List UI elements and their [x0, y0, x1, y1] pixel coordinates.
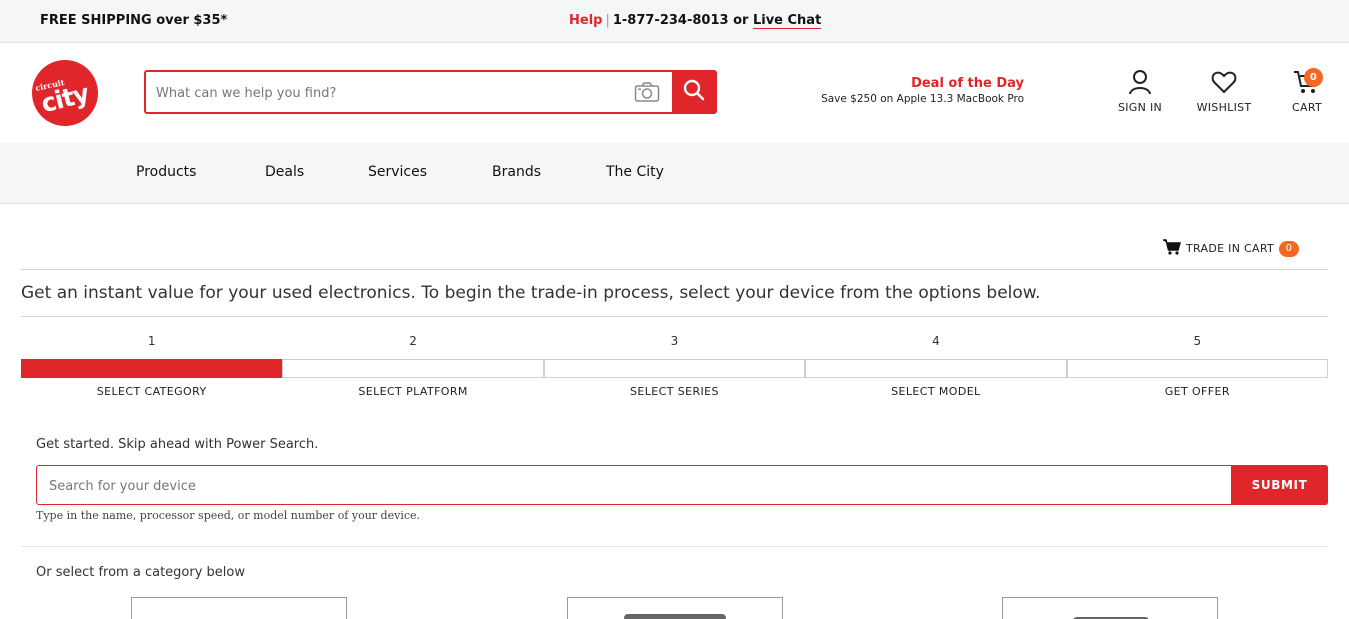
search-icon: [683, 79, 705, 105]
nav-item-the-city[interactable]: The City: [606, 164, 664, 180]
step-number: 4: [932, 334, 940, 348]
deal-text: Save $250 on Apple 13.3 MacBook Pro: [821, 93, 1024, 105]
step-4[interactable]: 4 SELECT MODEL: [805, 334, 1067, 398]
wishlist-label: WISHLIST: [1196, 101, 1252, 114]
user-icon: [1112, 69, 1168, 95]
step-progress-bar: [21, 359, 283, 378]
power-search-hint: Type in the name, processor speed, or mo…: [36, 509, 421, 522]
shopping-cart-icon: [1163, 239, 1186, 258]
top-bar: FREE SHIPPING over $35* Help | 1-877-234-8…: [0, 0, 1349, 43]
divider: [21, 316, 1328, 317]
trade-in-intro: Get an instant value for your used elect…: [21, 283, 1041, 303]
device-image: [624, 614, 726, 619]
category-tile[interactable]: [1002, 597, 1218, 619]
header: circuit city Deal of the Day Save $250 o…: [0, 43, 1349, 143]
separator: |: [605, 13, 610, 28]
step-label: SELECT PLATFORM: [358, 385, 468, 398]
step-label: SELECT MODEL: [891, 385, 981, 398]
step-progress-bar: [1066, 359, 1328, 378]
trade-in-cart[interactable]: TRADE IN CART 0: [1163, 239, 1299, 258]
submit-button[interactable]: SUBMIT: [1231, 465, 1328, 505]
cart-label: CART: [1292, 101, 1322, 114]
nav-item-products[interactable]: Products: [136, 164, 196, 180]
category-tile[interactable]: [131, 597, 347, 619]
live-chat-link[interactable]: Live Chat: [752, 13, 822, 29]
power-search-heading: Get started. Skip ahead with Power Searc…: [36, 437, 319, 452]
step-progress-bar: [543, 359, 806, 378]
step-5[interactable]: 5 GET OFFER: [1066, 334, 1328, 398]
step-number: 5: [1193, 334, 1202, 348]
contact-info: Help | 1-877-234-8013 or Live Chat: [569, 13, 822, 29]
category-heading: Or select from a category below: [36, 565, 245, 580]
deal-title: Deal of the Day: [911, 76, 1024, 91]
step-label: SELECT CATEGORY: [96, 385, 207, 398]
step-label: SELECT SERIES: [630, 385, 719, 398]
site-search-input[interactable]: [156, 82, 626, 104]
step-number: 2: [409, 334, 417, 348]
step-1[interactable]: 1 SELECT CATEGORY: [21, 334, 283, 398]
nav-item-services[interactable]: Services: [368, 164, 427, 180]
main-nav: Products Deals Services Brands The City: [0, 143, 1349, 204]
sign-in-button[interactable]: SIGN IN: [1112, 69, 1168, 114]
wishlist-button[interactable]: WISHLIST: [1190, 69, 1258, 114]
free-shipping-text: FREE SHIPPING over $35*: [40, 13, 228, 28]
search-button[interactable]: [672, 72, 715, 112]
site-search: [144, 70, 717, 114]
step-progress-bar: [805, 359, 1067, 378]
cart-button[interactable]: 0 CART: [1283, 68, 1331, 114]
cart-count-badge: 0: [1304, 68, 1323, 87]
power-search-input[interactable]: [49, 476, 1199, 496]
step-number: 1: [147, 334, 156, 348]
deal-of-the-day[interactable]: Deal of the Day Save $250 on Apple 13.3 …: [812, 76, 1024, 105]
step-2[interactable]: 2 SELECT PLATFORM: [282, 334, 544, 398]
power-search: SUBMIT: [36, 465, 1328, 505]
divider: [21, 546, 1328, 547]
help-link[interactable]: Help: [569, 13, 602, 28]
step-3[interactable]: 3 SELECT SERIES: [543, 334, 806, 398]
phone-number: 1-877-234-8013 or: [612, 13, 749, 28]
heart-icon: [1190, 69, 1258, 95]
nav-item-brands[interactable]: Brands: [492, 164, 541, 180]
divider: [21, 269, 1328, 270]
trade-in-cart-label: TRADE IN CART: [1186, 242, 1274, 255]
nav-item-deals[interactable]: Deals: [265, 164, 304, 180]
sign-in-label: SIGN IN: [1117, 101, 1163, 114]
step-label: GET OFFER: [1164, 385, 1230, 398]
step-number: 3: [670, 334, 679, 348]
trade-in-count-badge: 0: [1279, 240, 1299, 257]
camera-icon[interactable]: [634, 81, 660, 107]
circuit-city-logo[interactable]: circuit city: [32, 60, 98, 126]
step-progress-bar: [282, 359, 544, 378]
category-tile[interactable]: [567, 597, 783, 619]
